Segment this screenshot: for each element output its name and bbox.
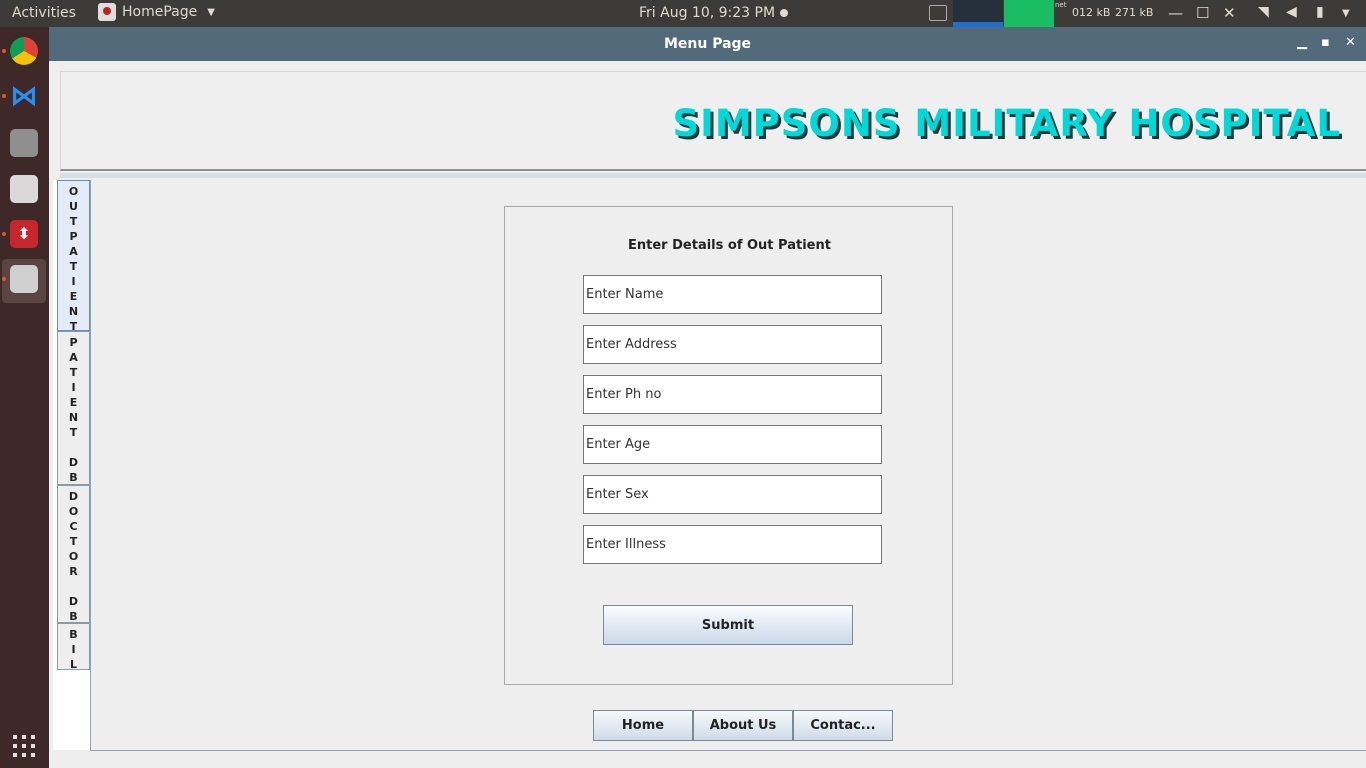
tab-doctor-db[interactable]: DOCTOR DB xyxy=(57,485,90,623)
chrome-icon[interactable] xyxy=(10,37,38,65)
tab-letter: A xyxy=(69,351,78,364)
running-indicator xyxy=(2,94,6,98)
tab-letter: A xyxy=(69,245,78,258)
tab-letter: C xyxy=(69,520,78,533)
menu-page-window: Menu Page ▁ ▪ ✕ SIMPSONS MILITARY HOSPIT… xyxy=(49,27,1366,768)
tab-letter: E xyxy=(69,290,78,303)
window-minimize-icon[interactable]: ▁ xyxy=(1297,35,1307,50)
tab-letter: R xyxy=(69,565,78,578)
sex-input[interactable] xyxy=(583,475,882,514)
form-title: Enter Details of Out Patient xyxy=(628,238,831,253)
tab-letter: N xyxy=(68,305,79,318)
phone-input[interactable] xyxy=(583,375,882,414)
close-icon[interactable]: ✕ xyxy=(1223,4,1236,22)
minimize-icon[interactable]: — xyxy=(1168,4,1183,22)
tab-letter: B xyxy=(69,628,78,641)
tab-bil[interactable]: BIL xyxy=(57,623,90,671)
vscode-icon[interactable]: ⋈ xyxy=(10,82,38,110)
address-input[interactable] xyxy=(583,325,882,364)
contact-button[interactable]: Contac... xyxy=(793,710,893,741)
system-monitor-icon[interactable] xyxy=(929,5,947,21)
launcher: ⋈ ⬍ xyxy=(0,27,49,768)
about-us-button[interactable]: About Us xyxy=(693,710,793,741)
tab-letter: D xyxy=(68,595,79,608)
notification-dot-icon xyxy=(780,9,788,17)
system-menu-caret-icon[interactable]: ▼ xyxy=(1342,8,1350,19)
header-separator xyxy=(60,173,1366,178)
outpatient-form: Enter Details of Out Patient Submit xyxy=(504,206,953,685)
java-icon[interactable] xyxy=(10,265,38,293)
tab-letter: L xyxy=(69,658,77,671)
age-input[interactable] xyxy=(583,425,882,464)
submit-button[interactable]: Submit xyxy=(603,605,853,645)
show-apps-icon[interactable] xyxy=(13,735,35,757)
tab-letter: I xyxy=(71,381,76,394)
tab-letter: I xyxy=(71,643,76,656)
volume-icon[interactable]: ◀ xyxy=(1286,4,1297,20)
net-upload: 012 kB xyxy=(1072,6,1111,19)
illness-input[interactable] xyxy=(583,525,882,564)
tab-letter: D xyxy=(68,490,79,503)
wifi-icon[interactable]: ◥ xyxy=(1258,4,1269,20)
top-panel: Activities HomePage ▼ Fri Aug 10, 9:23 P… xyxy=(0,0,1366,27)
tab-letter xyxy=(58,440,89,455)
header-panel: SIMPSONS MILITARY HOSPITAL xyxy=(60,71,1366,171)
app-menu[interactable]: HomePage ▼ xyxy=(98,3,215,21)
battery-icon[interactable]: ▮ xyxy=(1316,4,1324,20)
window-title: Menu Page xyxy=(663,36,752,52)
app-menu-label: HomePage xyxy=(122,4,198,20)
tab-letter: T xyxy=(69,215,78,228)
tab-letter xyxy=(58,579,89,594)
net-download: 271 kB xyxy=(1115,6,1154,19)
home-button[interactable]: Home xyxy=(593,710,693,741)
tab-letter: T xyxy=(69,260,78,273)
activities-button[interactable]: Activities xyxy=(12,5,76,21)
tab-letter: N xyxy=(68,411,79,424)
tab-letter: U xyxy=(69,200,78,213)
memory-graph[interactable] xyxy=(1004,0,1054,27)
running-indicator xyxy=(2,277,6,281)
tab-letter: T xyxy=(69,535,78,548)
tab-letter: D xyxy=(68,456,79,469)
software-center-icon[interactable] xyxy=(10,175,38,203)
window-close-icon[interactable]: ✕ xyxy=(1345,35,1356,50)
maximize-icon[interactable]: ☐ xyxy=(1196,4,1209,22)
running-indicator xyxy=(2,49,6,53)
tab-letter: O xyxy=(68,550,79,563)
tab-letter: T xyxy=(69,426,78,439)
tab-content: Enter Details of Out Patient Submit Home… xyxy=(90,180,1366,751)
net-label: net xyxy=(1055,1,1067,9)
tab-letter: P xyxy=(69,336,78,349)
tab-letter: B xyxy=(69,471,78,484)
tab-letter: P xyxy=(69,230,78,243)
bottom-nav: Home About Us Contac... xyxy=(593,710,893,741)
clock[interactable]: Fri Aug 10, 9:23 PM xyxy=(639,5,775,21)
cpu-graph[interactable] xyxy=(953,0,1003,27)
tab-patient-db[interactable]: PATIENT DB xyxy=(57,331,90,485)
tab-letter: I xyxy=(71,275,76,288)
hospital-title: SIMPSONS MILITARY HOSPITAL xyxy=(672,102,1341,145)
app-icon[interactable]: ⬍ xyxy=(10,220,38,248)
tab-letter: B xyxy=(69,610,78,623)
tab-letter: T xyxy=(69,366,78,379)
name-input[interactable] xyxy=(583,275,882,314)
tab-outpatient[interactable]: OUTPATIENT xyxy=(57,180,90,333)
running-indicator xyxy=(2,232,6,236)
tab-strip: OUTPATIENT PATIENT DB DOCTOR DB BIL xyxy=(53,180,91,750)
window-maximize-icon[interactable]: ▪ xyxy=(1321,35,1330,50)
files-icon[interactable] xyxy=(10,129,38,157)
caret-down-icon: ▼ xyxy=(207,6,215,18)
tab-letter: O xyxy=(68,505,79,518)
tab-letter: E xyxy=(69,396,78,409)
window-titlebar[interactable]: Menu Page ▁ ▪ ✕ xyxy=(49,27,1366,61)
tab-letter: O xyxy=(68,185,79,198)
java-app-icon xyxy=(98,3,116,21)
